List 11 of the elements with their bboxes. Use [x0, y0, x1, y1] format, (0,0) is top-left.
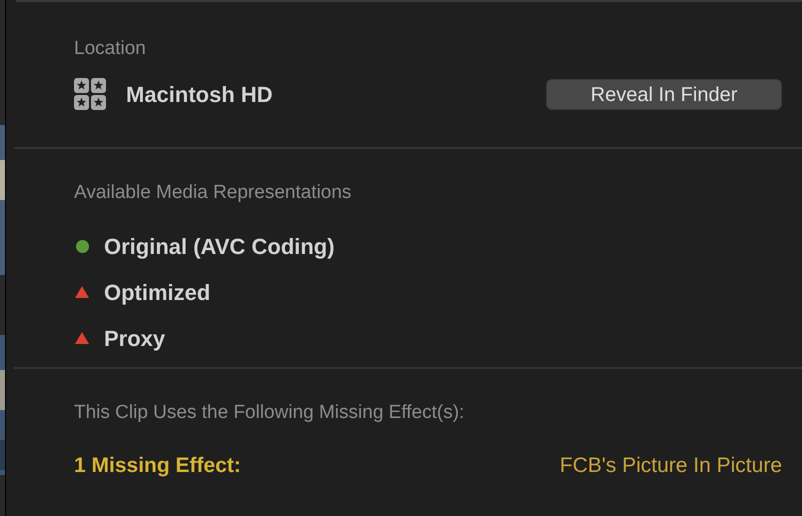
section-heading: Available Media Representations	[74, 180, 352, 204]
reveal-in-finder-button[interactable]: Reveal In Finder	[546, 78, 782, 110]
missing-effect-name: FCB's Picture In Picture	[560, 452, 782, 478]
media-representation: Optimized	[104, 278, 210, 307]
missing-effect-count: 1 Missing Effect:	[74, 452, 241, 478]
section-heading: Location	[74, 37, 147, 61]
volume-name: Macintosh HD	[126, 80, 273, 108]
drive-icon	[74, 78, 106, 110]
media-representation: Original (AVC Coding)	[104, 232, 335, 261]
media-representation: Proxy	[104, 324, 166, 353]
section-heading: This Clip Uses the Following Missing Effect(s):	[74, 401, 466, 425]
